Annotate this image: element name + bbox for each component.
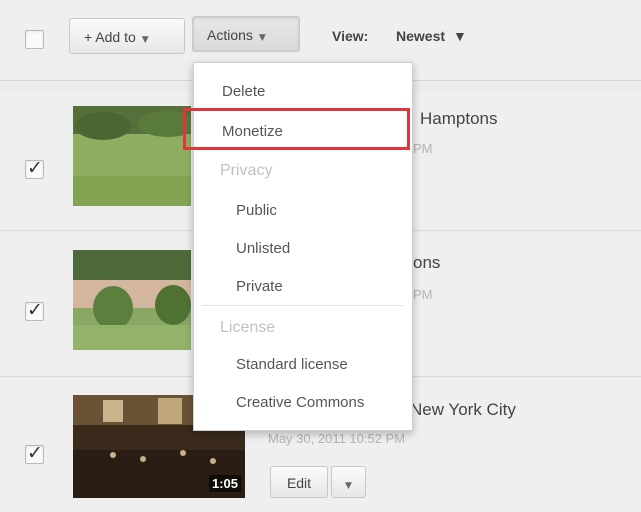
view-label: View: bbox=[332, 28, 369, 44]
video-thumbnail[interactable] bbox=[73, 250, 191, 350]
select-all-checkbox[interactable] bbox=[25, 30, 44, 49]
menu-item-public[interactable]: Public bbox=[236, 202, 277, 219]
menu-item-standard-license[interactable]: Standard license bbox=[236, 356, 348, 373]
row-checkbox[interactable]: ✓ bbox=[25, 442, 44, 464]
video-title[interactable]: ons bbox=[413, 253, 440, 273]
add-to-label: + Add to bbox=[84, 29, 136, 45]
monetize-highlight-box bbox=[183, 108, 410, 150]
video-date: PM bbox=[413, 287, 433, 302]
checkmark-icon: ✓ bbox=[27, 442, 43, 464]
menu-item-creative-commons[interactable]: Creative Commons bbox=[236, 394, 364, 411]
video-duration: 1:05 bbox=[208, 475, 241, 492]
menu-item-delete[interactable]: Delete bbox=[222, 83, 265, 100]
chevron-down-icon: ▼ bbox=[141, 35, 149, 45]
video-thumbnail[interactable] bbox=[73, 106, 191, 206]
actions-label: Actions bbox=[207, 27, 253, 43]
menu-header-license: License bbox=[220, 319, 276, 336]
view-sort-dropdown[interactable]: Newest ▼ bbox=[396, 28, 467, 44]
edit-label: Edit bbox=[286, 475, 312, 491]
thumbnail-image bbox=[73, 250, 191, 350]
checkmark-icon: ✓ bbox=[27, 157, 43, 179]
menu-item-unlisted[interactable]: Unlisted bbox=[236, 240, 290, 257]
edit-dropdown-button[interactable]: ▼ bbox=[331, 466, 366, 498]
row-checkbox[interactable]: ✓ bbox=[25, 157, 44, 179]
video-title[interactable]: Hamptons bbox=[420, 109, 497, 129]
menu-separator bbox=[202, 305, 404, 306]
add-to-button[interactable]: + Add to ▼ bbox=[69, 18, 185, 54]
chevron-down-icon: ▼ bbox=[258, 33, 266, 43]
menu-header-privacy: Privacy bbox=[220, 162, 273, 179]
menu-item-private[interactable]: Private bbox=[236, 278, 283, 295]
actions-button[interactable]: Actions ▼ bbox=[192, 16, 300, 52]
edit-button[interactable]: Edit bbox=[270, 466, 328, 498]
view-sort-value: Newest bbox=[396, 28, 446, 44]
checkmark-icon: ✓ bbox=[27, 299, 43, 321]
chevron-down-icon: ▼ bbox=[453, 28, 467, 44]
thumbnail-image bbox=[73, 106, 191, 206]
video-date: PM bbox=[413, 141, 433, 156]
video-date: May 30, 2011 10:52 PM bbox=[268, 431, 406, 446]
row-checkbox[interactable]: ✓ bbox=[25, 299, 44, 321]
video-title[interactable]: New York City bbox=[410, 400, 516, 420]
chevron-down-icon: ▼ bbox=[345, 481, 352, 491]
